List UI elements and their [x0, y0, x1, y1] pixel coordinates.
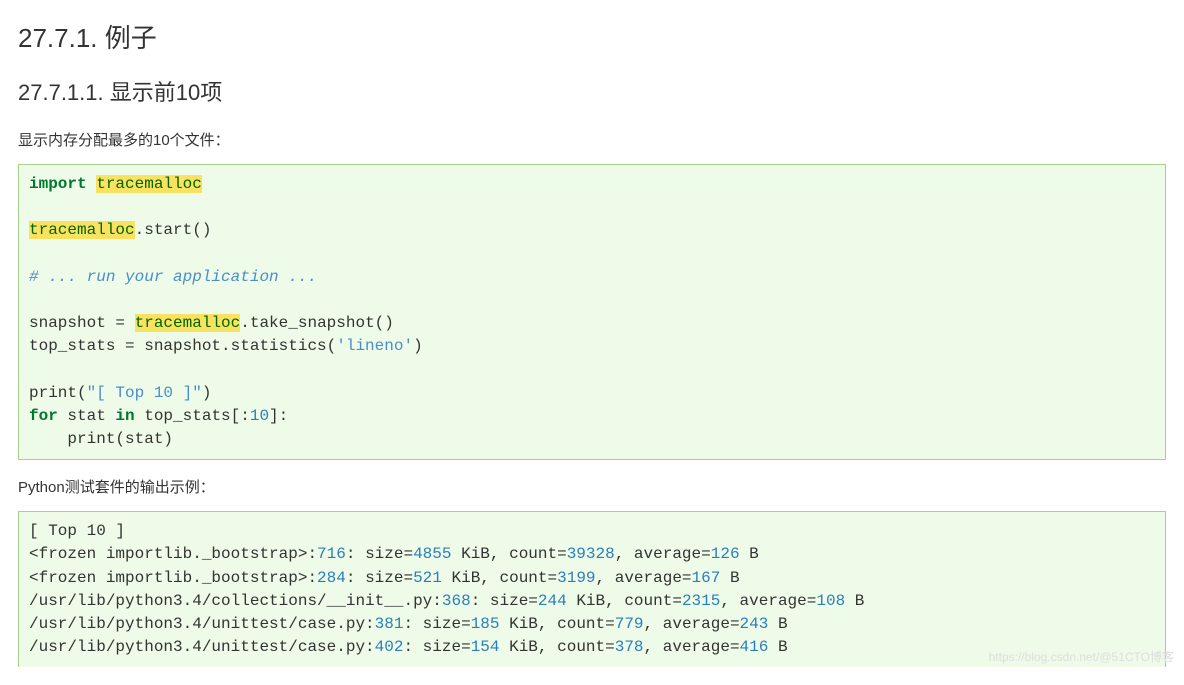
- number: 716: [317, 545, 346, 563]
- output-text: , average=: [596, 569, 692, 587]
- output-text: B: [720, 569, 739, 587]
- subsection-heading: 27.7.1.1. 显示前10项: [18, 75, 1166, 107]
- output-block: [ Top 10 ] <frozen importlib._bootstrap>…: [18, 511, 1166, 667]
- output-text: /usr/lib/python3.4/unittest/case.py:: [29, 638, 375, 656]
- code-text: top_stats[:: [135, 407, 250, 425]
- number: 4855: [413, 545, 451, 563]
- output-text: B: [768, 615, 787, 633]
- number: 154: [471, 638, 500, 656]
- number: 108: [816, 592, 845, 610]
- number: 402: [375, 638, 404, 656]
- code-block-example: import tracemalloc tracemalloc.start() #…: [18, 164, 1166, 460]
- output-text: <frozen importlib._bootstrap>:: [29, 545, 317, 563]
- number: 167: [692, 569, 721, 587]
- output-text: [ Top 10 ]: [29, 522, 125, 540]
- output-text: B: [768, 638, 787, 656]
- number: 185: [471, 615, 500, 633]
- string-literal: 'lineno': [336, 337, 413, 355]
- output-text: : size=: [403, 615, 470, 633]
- output-text: : size=: [403, 638, 470, 656]
- output-text: : size=: [346, 569, 413, 587]
- module-highlight: tracemalloc: [135, 314, 241, 332]
- code-text: top_stats = snapshot.statistics(: [29, 337, 336, 355]
- output-text: , average=: [644, 638, 740, 656]
- output-text: /usr/lib/python3.4/unittest/case.py:: [29, 615, 375, 633]
- number: 126: [711, 545, 740, 563]
- output-text: B: [845, 592, 864, 610]
- section-heading: 27.7.1. 例子: [18, 18, 1166, 55]
- code-text: print(: [29, 384, 87, 402]
- watermark-text: https://blog.csdn.net/@51CTO博客: [989, 648, 1174, 665]
- number: 243: [740, 615, 769, 633]
- number: 779: [615, 615, 644, 633]
- number: 381: [375, 615, 404, 633]
- code-text: ): [413, 337, 423, 355]
- number: 284: [317, 569, 346, 587]
- number: 378: [615, 638, 644, 656]
- code-text: ): [202, 384, 212, 402]
- number: 244: [538, 592, 567, 610]
- module-highlight: tracemalloc: [29, 221, 135, 239]
- code-comment: # ... run your application ...: [29, 268, 317, 286]
- module-highlight: tracemalloc: [96, 175, 202, 193]
- output-text: , average=: [615, 545, 711, 563]
- code-text: print(stat): [29, 430, 173, 448]
- output-text: KiB, count=: [567, 592, 682, 610]
- code-text: ]:: [269, 407, 288, 425]
- code-text: snapshot =: [29, 314, 135, 332]
- code-text: stat: [58, 407, 116, 425]
- output-text: KiB, count=: [500, 638, 615, 656]
- output-text: <frozen importlib._bootstrap>:: [29, 569, 317, 587]
- output-text: KiB, count=: [451, 545, 566, 563]
- output-text: /usr/lib/python3.4/collections/__init__.…: [29, 592, 442, 610]
- keyword-import: import: [29, 175, 87, 193]
- number: 39328: [567, 545, 615, 563]
- output-text: , average=: [720, 592, 816, 610]
- number: 416: [740, 638, 769, 656]
- number: 521: [413, 569, 442, 587]
- string-literal: "[ Top 10 ]": [87, 384, 202, 402]
- output-text: , average=: [644, 615, 740, 633]
- output-text: KiB, count=: [442, 569, 557, 587]
- code-text: .take_snapshot(): [240, 314, 394, 332]
- output-text: : size=: [346, 545, 413, 563]
- output-text: : size=: [471, 592, 538, 610]
- number: 3199: [557, 569, 595, 587]
- number-literal: 10: [250, 407, 269, 425]
- output-text: B: [740, 545, 759, 563]
- number: 2315: [682, 592, 720, 610]
- keyword-for: for: [29, 407, 58, 425]
- keyword-in: in: [115, 407, 134, 425]
- paragraph: Python测试套件的输出示例：: [18, 476, 1166, 497]
- number: 368: [442, 592, 471, 610]
- output-text: KiB, count=: [500, 615, 615, 633]
- code-text: .start(): [135, 221, 212, 239]
- paragraph: 显示内存分配最多的10个文件：: [18, 129, 1166, 150]
